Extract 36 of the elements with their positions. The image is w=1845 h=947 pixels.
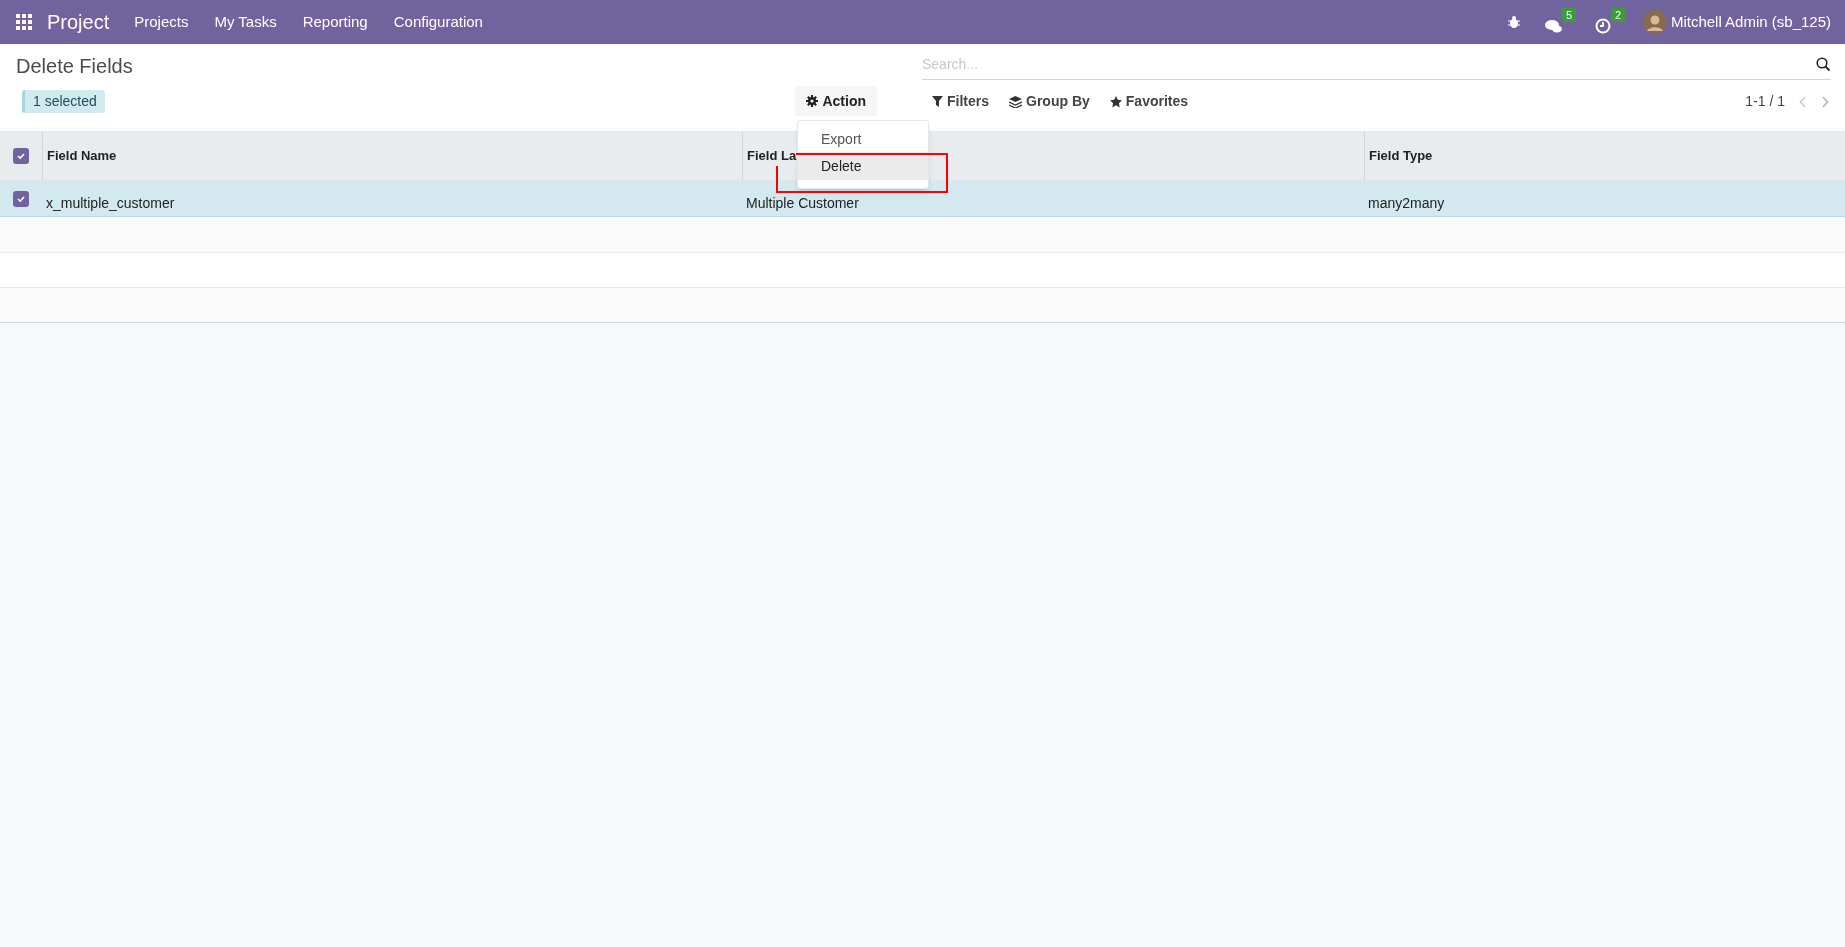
avatar[interactable] — [1642, 10, 1667, 34]
table-cell: many2many — [1368, 194, 1445, 211]
checkbox[interactable] — [13, 190, 29, 207]
search-option-button[interactable]: Group By — [1009, 91, 1090, 112]
app-name[interactable]: Project — [47, 7, 110, 37]
search-field[interactable]: Search... — [922, 50, 1831, 80]
dropdown-item[interactable]: Export — [798, 127, 928, 152]
nav-menu-item[interactable]: Reporting — [289, 10, 381, 34]
user-name[interactable]: Mitchell Admin (sb_125) — [1670, 10, 1831, 34]
pager-value: 1-1 / 1 — [1745, 92, 1785, 111]
nav-menu-item[interactable]: My Tasks — [201, 10, 290, 34]
star-icon — [1109, 95, 1122, 108]
gear-icon — [806, 95, 819, 107]
selection-badge: 1 selected — [22, 89, 105, 113]
search-option-button[interactable]: Favorites — [1109, 91, 1189, 112]
table-row[interactable]: x_multiple_customer Multiple Customer many2many — [0, 181, 1845, 217]
table-cell: x_multiple_customer — [46, 194, 175, 211]
layers-icon — [1009, 95, 1022, 108]
checkbox[interactable] — [13, 148, 29, 164]
message-count-badge: 5 — [1561, 8, 1577, 22]
page-title: Delete Fields — [16, 54, 133, 79]
action-button[interactable]: Action — [795, 86, 877, 116]
table-cell: Multiple Customer — [746, 194, 859, 211]
clock-icon[interactable] — [1594, 18, 1611, 34]
activity-count-badge: 2 — [1610, 8, 1626, 22]
nav-menu-item[interactable]: Configuration — [380, 10, 496, 34]
nav-menu-item[interactable]: Projects — [121, 10, 202, 34]
apps-menu-icon[interactable] — [16, 14, 32, 30]
search-icon[interactable] — [1816, 57, 1831, 72]
dropdown-item[interactable]: Delete — [798, 152, 928, 180]
filter-icon — [932, 96, 943, 107]
checkmark-icon — [16, 151, 26, 161]
bug-icon[interactable] — [1506, 15, 1521, 29]
search-option-button[interactable]: Filters — [932, 91, 989, 112]
search-input[interactable]: Search... — [922, 54, 1816, 75]
chat-icon[interactable] — [1544, 19, 1563, 34]
